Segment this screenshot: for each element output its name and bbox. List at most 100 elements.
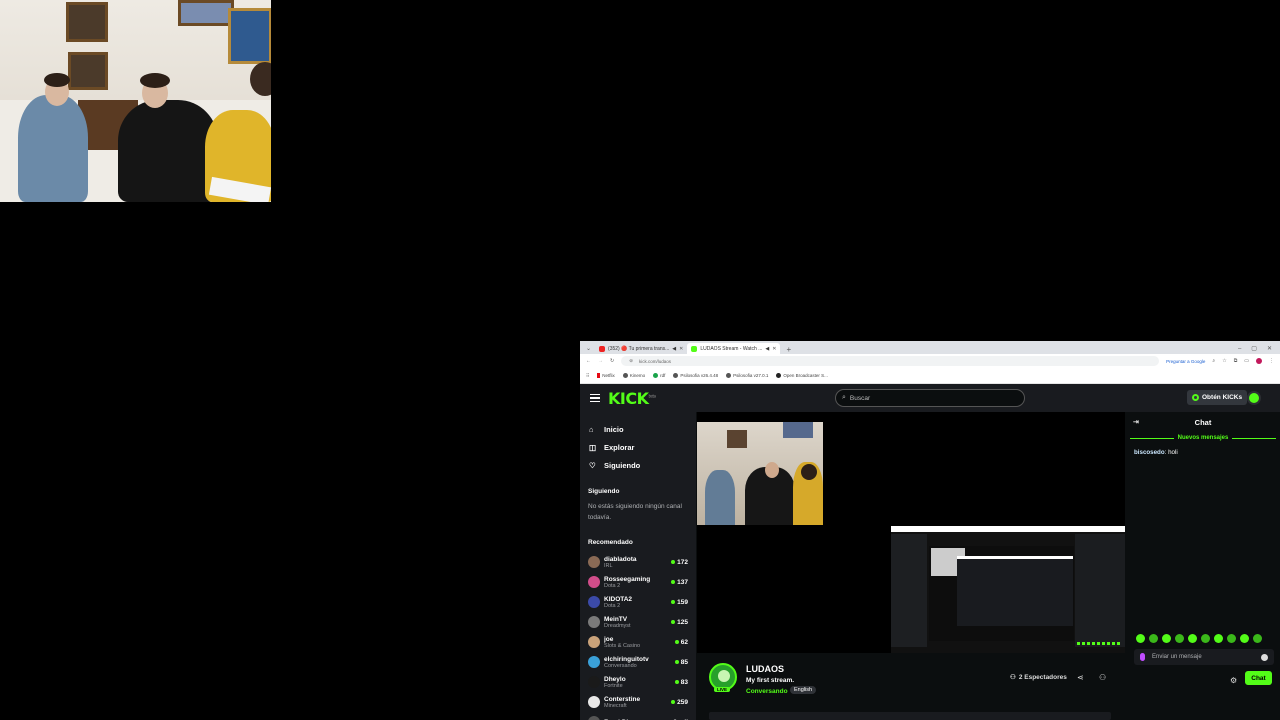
channel-avatar — [588, 616, 600, 628]
channel-category: Conversando — [604, 662, 637, 669]
emote-icon[interactable] — [1227, 634, 1236, 643]
bookmark-item[interactable]: Open Broadcaster S... — [776, 373, 828, 378]
viewer-count: ⚇ 2 Espectadores — [1010, 673, 1067, 682]
channel-info: LIVE LUDAOS My first stream. Conversando… — [697, 653, 1125, 720]
zoom-icon[interactable]: ⌕ — [1212, 358, 1215, 364]
recommended-channel-item[interactable]: KIDOTA2 Dota 2 159 — [580, 592, 696, 612]
sidebar-item-explorar[interactable]: ◫ Explorar — [580, 438, 696, 456]
recommended-channel-item[interactable]: diabladota IRL 172 — [580, 552, 696, 572]
emote-icon[interactable] — [1162, 634, 1171, 643]
sidebar: ⌂ Inicio ◫ Explorar ♡ Siguiendo Siguiend… — [580, 412, 696, 720]
viewer-count: 62 — [675, 639, 688, 646]
channel-category: Slots & Casino — [604, 642, 641, 649]
youtube-icon — [599, 345, 606, 352]
apps-icon[interactable]: ⠿ — [586, 373, 589, 379]
url-text: kick.com/ludaos — [638, 358, 671, 364]
recommended-channel-item[interactable]: Dheylo Fortnite 83 — [580, 672, 696, 692]
channel-name: Conterstine — [604, 695, 641, 703]
send-chat-button[interactable]: Chat — [1245, 671, 1272, 685]
recommended-channel-item[interactable]: MeinTV Dreadmyst 125 — [580, 612, 696, 632]
emote-icon[interactable] — [1253, 634, 1262, 643]
tab-search-icon[interactable]: ⌄ — [584, 345, 595, 354]
following-section-title: Siguiendo — [588, 488, 620, 495]
recommended-channel-item[interactable]: FrankDimes2 mil — [580, 712, 696, 720]
screen: ⌄ (352) 🔴 Tu primera trans... ◀ ✕ LUDAOS… — [0, 0, 1280, 720]
search-placeholder: Buscar — [849, 394, 871, 402]
microphone-icon[interactable] — [1140, 653, 1145, 661]
following-empty-text: No estás siguiendo ningún canal todavía. — [588, 503, 682, 521]
recommended-section-title: Recomendado — [588, 539, 633, 546]
bookmark-item[interactable]: Kinemo — [622, 373, 645, 378]
maximize-icon[interactable]: ▢ — [1251, 345, 1257, 352]
emote-icon[interactable] — [1201, 634, 1210, 643]
live-badge: LIVE — [714, 687, 731, 692]
channel-name: joe — [604, 635, 614, 643]
sidepanel-icon[interactable]: ▭ — [1244, 358, 1249, 364]
stream-category[interactable]: Conversando — [746, 688, 788, 695]
sidebar-item-inicio[interactable]: ⌂ Inicio — [580, 420, 696, 438]
kick-logo[interactable]: KICKbeta — [608, 389, 656, 408]
bookmark-item[interactable]: Psilosofia v27.0.1 — [726, 373, 768, 378]
language-tag[interactable]: English — [790, 686, 817, 694]
recommended-channel-item[interactable]: elchiringuitotv Conversando 85 — [580, 652, 696, 672]
recommended-channel-item[interactable]: joe Slots & Casino 62 — [580, 632, 696, 652]
channel-category: Fortnite — [604, 682, 623, 689]
channel-avatar — [588, 576, 600, 588]
collapse-chat-icon[interactable]: ⇥ — [1133, 418, 1139, 426]
extensions-icon[interactable]: ⧉ — [1234, 358, 1238, 364]
site-info-icon[interactable]: ⊜ — [629, 358, 633, 364]
channel-avatar — [588, 656, 600, 668]
address-bar[interactable]: ⊜ kick.com/ludaos — [621, 356, 1160, 366]
chat-input-placeholder: Enviar un mensaje — [1152, 654, 1202, 660]
channel-category: Dota 2 — [604, 582, 621, 589]
forward-icon[interactable]: → — [598, 358, 603, 364]
tab-kick[interactable]: LUDAOS Stream - Watch ... ◀ ✕ — [687, 343, 781, 354]
tab-youtube[interactable]: (352) 🔴 Tu primera trans... ◀ ✕ — [595, 343, 687, 354]
minimize-icon[interactable]: – — [1238, 346, 1241, 352]
share-icon[interactable]: ⋖ — [1077, 673, 1084, 682]
channel-name[interactable]: LUDAOS — [746, 664, 784, 674]
chat-title: Chat — [1194, 417, 1212, 427]
emote-bar — [1136, 634, 1262, 643]
follow-icon[interactable]: ⚇ — [1099, 673, 1106, 682]
new-tab-button[interactable]: + — [780, 345, 797, 354]
channel-name: elchiringuitotv — [604, 655, 649, 663]
channel-avatar — [588, 696, 600, 708]
chat-settings-icon[interactable]: ⚙ — [1230, 676, 1237, 685]
profile-avatar[interactable] — [1256, 358, 1262, 364]
video-player[interactable] — [697, 412, 1125, 653]
back-icon[interactable]: ← — [586, 358, 591, 364]
recommended-channel-item[interactable]: Rosseegaming Dota 2 137 — [580, 572, 696, 592]
tab-label: LUDAOS Stream - Watch ... — [700, 345, 763, 352]
emote-icon[interactable] — [1175, 634, 1184, 643]
chat-username[interactable]: biscosedo — [1134, 449, 1165, 456]
menu-icon[interactable]: ⋮ — [1269, 358, 1274, 364]
stream-title: My first stream. — [746, 677, 795, 684]
kicks-coin-icon — [1192, 394, 1199, 401]
emoji-picker-icon[interactable] — [1261, 653, 1268, 661]
bookmark-item[interactable]: Netflix — [597, 373, 615, 378]
recommended-channel-item[interactable]: Conterstine Minecraft 259 — [580, 692, 696, 712]
chat-input[interactable]: Enviar un mensaje — [1134, 649, 1274, 665]
user-avatar[interactable] — [1247, 391, 1261, 405]
close-tab-icon[interactable]: ✕ — [679, 346, 683, 352]
emote-icon[interactable] — [1149, 634, 1158, 643]
emote-icon[interactable] — [1136, 634, 1145, 643]
viewer-count: 259 — [671, 699, 688, 706]
emote-icon[interactable] — [1240, 634, 1249, 643]
reload-icon[interactable]: ↻ — [610, 358, 614, 364]
bookmark-item[interactable]: Psilosofia v26.4.48 — [673, 373, 718, 378]
emote-icon[interactable] — [1188, 634, 1197, 643]
emote-icon[interactable] — [1214, 634, 1223, 643]
ask-google-button[interactable]: Preguntar a Google — [1166, 359, 1205, 364]
sidebar-item-siguiendo[interactable]: ♡ Siguiendo — [580, 456, 696, 474]
hamburger-menu-icon[interactable] — [590, 393, 600, 403]
bookmark-item[interactable]: rdf — [653, 373, 665, 378]
close-tab-icon[interactable]: ✕ — [772, 346, 776, 352]
get-kicks-button[interactable]: Obtén KICKs — [1187, 390, 1248, 405]
close-window-icon[interactable]: ✕ — [1267, 345, 1272, 352]
bookmark-star-icon[interactable]: ☆ — [1222, 358, 1226, 364]
channel-name: diabladota — [604, 555, 637, 563]
channel-category: Dreadmyst — [604, 622, 631, 629]
search-input[interactable]: ⌕ Buscar — [835, 389, 1025, 407]
